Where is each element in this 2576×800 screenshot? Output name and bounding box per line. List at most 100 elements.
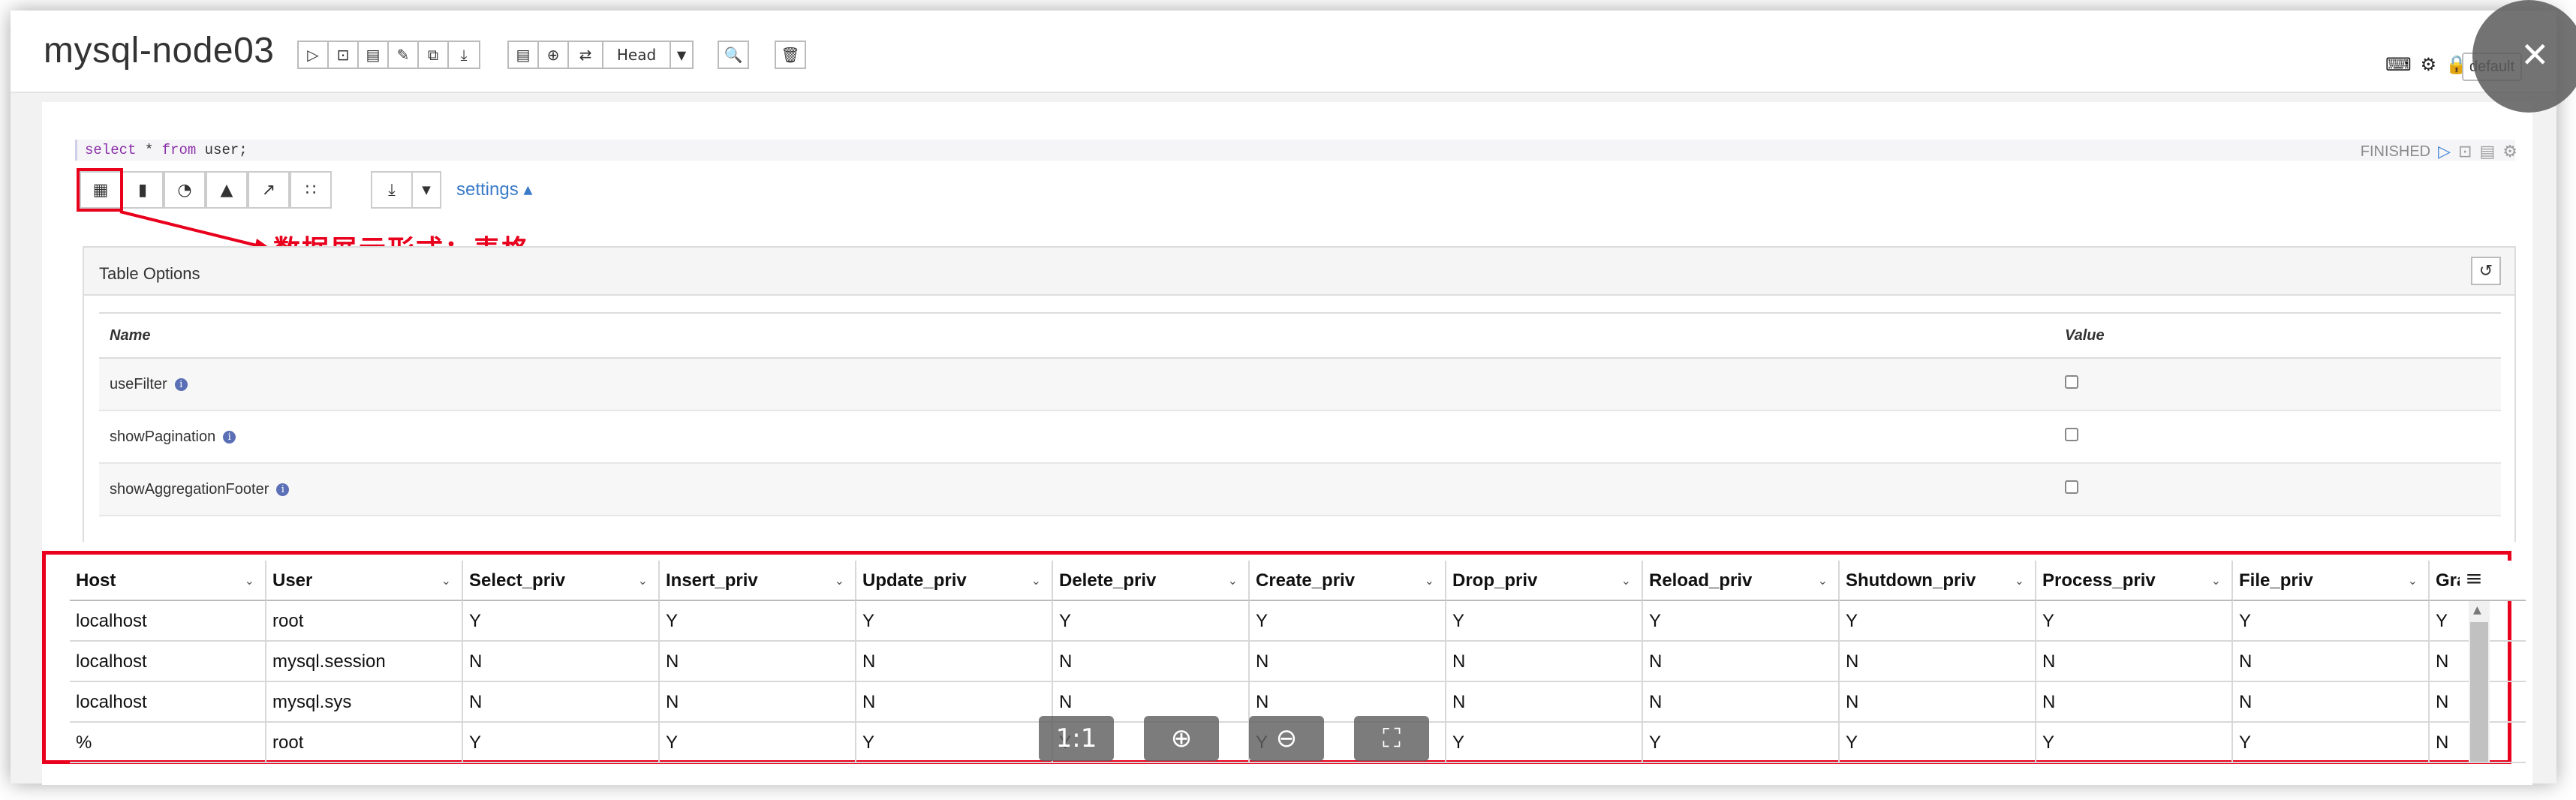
- chevron-down-icon[interactable]: ⌄: [2408, 561, 2418, 600]
- close-button[interactable]: ✕: [2472, 0, 2576, 113]
- option-checkbox[interactable]: [2065, 375, 2078, 389]
- table-row: localhost root Y Y Y Y Y Y Y Y Y Y Y: [70, 601, 2526, 642]
- menu-icon[interactable]: ≡: [2460, 564, 2488, 594]
- run-paragraph-icon[interactable]: ▷: [2438, 143, 2451, 161]
- column-header[interactable]: Update_priv ⌄: [856, 561, 1053, 601]
- table-cell: Y: [1053, 601, 1250, 642]
- table-cell: Y: [2036, 601, 2233, 642]
- table-row: localhost mysql.session N N N N N N N N N N N: [70, 642, 2526, 682]
- notebook-title[interactable]: mysql-node03: [44, 30, 275, 71]
- gear-icon[interactable]: ⚙: [2421, 54, 2437, 75]
- scroll-up-icon[interactable]: ▲: [2473, 604, 2481, 616]
- table-cell: Y: [856, 723, 1053, 763]
- trash-icon[interactable]: 🗑: [775, 41, 806, 69]
- option-name: showPagination: [110, 428, 216, 445]
- chevron-down-icon[interactable]: ⌄: [441, 561, 451, 600]
- revisions-icon[interactable]: ⇄: [567, 41, 602, 69]
- zoom-in-icon[interactable]: ⊕: [1144, 716, 1219, 761]
- table-cell: localhost: [70, 601, 266, 642]
- chevron-down-icon[interactable]: ⌄: [835, 561, 844, 600]
- table-cell: Y: [1840, 723, 2036, 763]
- table-cell: N: [2233, 642, 2430, 682]
- table-cell: Y: [1643, 723, 1840, 763]
- scrollbar-thumb[interactable]: [2470, 622, 2488, 762]
- table-cell: Y: [463, 723, 660, 763]
- table-options-title: Table Options: [99, 264, 200, 283]
- chevron-down-icon[interactable]: ⌄: [1031, 561, 1041, 600]
- expand-icon[interactable]: ⊡: [2458, 143, 2472, 161]
- info-icon[interactable]: i: [276, 483, 290, 496]
- zoom-out-icon[interactable]: ⊖: [1249, 716, 1324, 761]
- grid-scrollbar[interactable]: ▲: [2469, 601, 2490, 762]
- search-icon[interactable]: 🔍: [718, 41, 749, 69]
- code-editor[interactable]: select * from user;: [75, 140, 2515, 161]
- option-name: useFilter: [110, 375, 167, 392]
- chevron-down-icon[interactable]: ⌄: [1818, 561, 1828, 600]
- column-header[interactable]: User ⌄: [266, 561, 463, 601]
- keyboard-icon[interactable]: ⌨: [2385, 54, 2412, 75]
- option-row: showAggregationFooter i: [99, 463, 2501, 516]
- column-header[interactable]: Process_priv ⌄: [2036, 561, 2233, 601]
- option-checkbox[interactable]: [2065, 480, 2078, 494]
- clear-output-icon[interactable]: ✎: [387, 41, 417, 69]
- chevron-down-icon[interactable]: ⌄: [2015, 561, 2024, 600]
- table-cell: mysql.sys: [266, 682, 463, 723]
- reset-icon[interactable]: ↺: [2471, 257, 2501, 285]
- paragraph-status: FINISHED ▷ ⊡ ▤ ⚙: [2361, 143, 2517, 161]
- table-cell: N: [1446, 682, 1643, 723]
- gear-icon[interactable]: ⚙: [2502, 143, 2517, 161]
- option-row: showPagination i: [99, 411, 2501, 464]
- info-icon[interactable]: i: [223, 430, 236, 444]
- table-cell: N: [856, 682, 1053, 723]
- clone-icon[interactable]: ⧉: [417, 41, 447, 69]
- book-icon[interactable]: ▤: [2479, 143, 2495, 161]
- table-cell: root: [266, 723, 463, 763]
- chevron-down-icon[interactable]: ▼: [670, 41, 694, 69]
- version-control-icon[interactable]: ▤: [507, 41, 537, 69]
- table-options-list: Name Value useFilter i showPagination i sh…: [99, 312, 2501, 516]
- table-cell: N: [1446, 642, 1643, 682]
- fit-screen-icon[interactable]: ⛶: [1354, 716, 1429, 761]
- column-header[interactable]: Delete_priv ⌄: [1053, 561, 1250, 601]
- download-icon[interactable]: ⤓: [371, 171, 413, 209]
- status-badge: FINISHED: [2360, 143, 2431, 160]
- column-header[interactable]: Host ⌄: [70, 561, 266, 601]
- compare-icon[interactable]: ⊕: [537, 41, 567, 69]
- column-header[interactable]: Drop_priv ⌄: [1446, 561, 1643, 601]
- table-cell: N: [1840, 682, 2036, 723]
- info-icon[interactable]: i: [174, 377, 188, 391]
- table-cell: Y: [1840, 601, 2036, 642]
- head-revision-button[interactable]: Head: [602, 41, 670, 69]
- hide-output-icon[interactable]: ▤: [357, 41, 387, 69]
- chevron-down-icon[interactable]: ⌄: [1621, 561, 1631, 600]
- chevron-down-icon[interactable]: ⌄: [638, 561, 648, 600]
- column-header[interactable]: Insert_priv ⌄: [660, 561, 856, 601]
- chevron-down-icon[interactable]: ⌄: [1425, 561, 1434, 600]
- chevron-down-icon[interactable]: ⌄: [1228, 561, 1238, 600]
- option-checkbox[interactable]: [2065, 428, 2078, 441]
- table-cell: localhost: [70, 682, 266, 723]
- column-header[interactable]: Shutdown_priv ⌄: [1840, 561, 2036, 601]
- table-cell: localhost: [70, 642, 266, 682]
- column-header-name: Name: [99, 312, 2054, 359]
- close-icon: ✕: [2520, 35, 2550, 75]
- table-cell: N: [2036, 642, 2233, 682]
- option-row: useFilter i: [99, 358, 2501, 411]
- column-header[interactable]: Select_priv ⌄: [463, 561, 660, 601]
- table-cell: Y: [1250, 601, 1446, 642]
- actual-size-button[interactable]: 1:1: [1039, 716, 1114, 761]
- table-cell: N: [660, 642, 856, 682]
- table-cell: mysql.session: [266, 642, 463, 682]
- column-header[interactable]: Create_priv ⌄: [1250, 561, 1446, 601]
- column-header[interactable]: File_priv ⌄: [2233, 561, 2430, 601]
- export-icon[interactable]: ⤓: [447, 41, 480, 69]
- chevron-down-icon[interactable]: ⌄: [245, 561, 254, 600]
- chevron-down-icon[interactable]: ⌄: [2211, 561, 2221, 600]
- table-cell: N: [1840, 642, 2036, 682]
- chevron-down-icon[interactable]: ▼: [411, 171, 441, 209]
- run-all-icon[interactable]: ▷: [297, 41, 327, 69]
- column-header[interactable]: Reload_priv ⌄: [1643, 561, 1840, 601]
- settings-toggle[interactable]: settings ▴: [456, 179, 532, 200]
- hide-code-icon[interactable]: ⊡: [327, 41, 357, 69]
- table-cell: Y: [2036, 723, 2233, 763]
